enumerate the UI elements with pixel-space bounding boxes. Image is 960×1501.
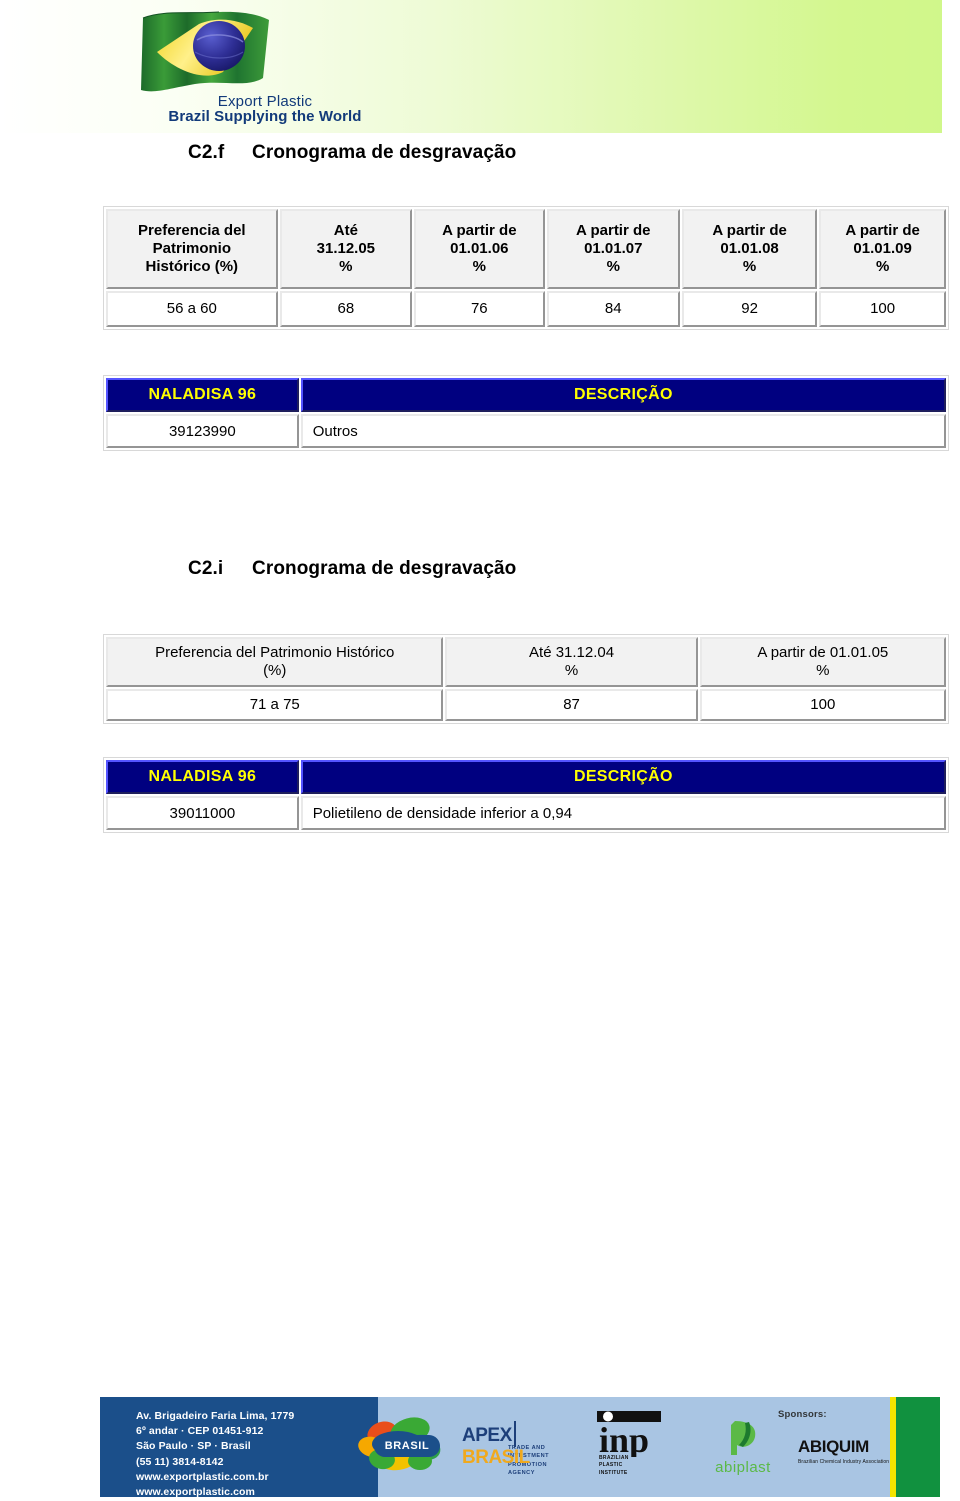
- col-header-naladisa-96: NALADISA 96: [106, 760, 299, 794]
- section-heading-c2i: Cronograma de desgravação: [252, 558, 517, 579]
- address-line: São Paulo · SP · Brasil: [136, 1440, 251, 1453]
- footer-green-block: [896, 1397, 940, 1497]
- cell-naladisa-code: 39011000: [106, 796, 299, 830]
- inp-mark-icon: inp: [597, 1411, 661, 1460]
- apex-divider: [513, 1421, 516, 1447]
- col-header-01-01-05: A partir de 01.01.05 %: [699, 637, 946, 687]
- inp-subtitle: BRAZILIAN PLASTIC INSTITUTE: [599, 1455, 629, 1477]
- address-line: Av. Brigadeiro Faria Lima, 1779: [136, 1410, 295, 1422]
- cell-value-2004: 87: [445, 689, 698, 721]
- svg-text:inp: inp: [599, 1420, 649, 1457]
- address-phone: (55 11) 3814-8142: [136, 1455, 224, 1468]
- address-line: 6º andar · CEP 01451-912: [136, 1425, 264, 1438]
- page-header-band: Export Plastic Brazil Supplying the Worl…: [0, 0, 960, 133]
- tariff-schedule-table-c2i: Preferencia del Patrimonio Histórico (%)…: [103, 634, 949, 724]
- table-row: 39123990 Outros: [106, 414, 946, 448]
- address-website-com[interactable]: www.exportplastic.com: [136, 1485, 378, 1500]
- apex-wordmark: APEX: [462, 1425, 512, 1446]
- col-header-01-01-07: A partir de 01.01.07 %: [546, 209, 680, 289]
- table-row: 56 a 60 68 76 84 92 100: [106, 291, 946, 327]
- section-heading-c2f: Cronograma de desgravação: [252, 142, 517, 163]
- logo-line-2: Brazil Supplying the World: [168, 108, 362, 126]
- col-header-ate-31-12-04: Até 31.12.04 %: [445, 637, 698, 687]
- cell-value-2009: 100: [819, 291, 946, 327]
- cell-value-2007: 84: [546, 291, 680, 327]
- section-title-c2i: C2.i Cronograma de desgravação: [188, 558, 516, 580]
- section-number-c2i: C2.i: [188, 558, 224, 579]
- col-header-descricao: DESCRIÇÃO: [300, 760, 946, 794]
- col-header-01-01-08: A partir de 01.01.08 %: [681, 209, 818, 289]
- table-header-row: Preferencia del Patrimonio Histórico (%)…: [106, 637, 946, 687]
- col-header-01-01-09: A partir de 01.01.09 %: [819, 209, 946, 289]
- abiplast-logo: abiplast: [700, 1417, 786, 1481]
- logo-line-1: Export Plastic: [217, 93, 313, 110]
- cell-value-2005: 100: [699, 689, 946, 721]
- table-header-row: Preferencia del Patrimonio Histórico (%)…: [106, 209, 946, 289]
- export-plastic-logo: Export Plastic Brazil Supplying the Worl…: [127, 8, 397, 130]
- tariff-schedule-table-c2f: Preferencia del Patrimonio Histórico (%)…: [103, 206, 949, 330]
- col-header-preferencia: Preferencia del Patrimonio Histórico (%): [106, 209, 278, 289]
- inp-subtitle-line: PLASTIC: [599, 1462, 623, 1469]
- footer-address-block: Av. Brigadeiro Faria Lima, 1779 6º andar…: [100, 1397, 378, 1500]
- page-footer: Av. Brigadeiro Faria Lima, 1779 6º andar…: [0, 1389, 960, 1501]
- col-header-01-01-06: A partir de 01.01.06 %: [414, 209, 545, 289]
- table-row: 71 a 75 87 100: [106, 689, 946, 721]
- naladisa-table-c2f: NALADISA 96 DESCRIÇÃO 39123990 Outros: [103, 375, 949, 451]
- apex-subtitle-line: AGENCY: [508, 1470, 535, 1477]
- inp-subtitle-line: INSTITUTE: [599, 1469, 628, 1476]
- cell-naladisa-code: 39123990: [106, 414, 299, 448]
- brazil-flag-icon: [141, 11, 269, 92]
- apex-brasil-wordmark: BRASIL: [462, 1447, 530, 1468]
- cell-naladisa-description: Polietileno de densidade inferior a 0,94: [300, 796, 946, 830]
- inp-logo: inp BRAZILIAN PLASTIC INSTITUTE: [595, 1411, 665, 1481]
- col-header-naladisa-96: NALADISA 96: [106, 378, 299, 412]
- address-website-br[interactable]: www.exportplastic.com.br: [136, 1470, 378, 1485]
- section-title-c2f: C2.f Cronograma de desgravação: [188, 142, 516, 164]
- abiplast-leaf-icon: [731, 1421, 756, 1455]
- inp-subtitle-line: BRAZILIAN: [599, 1455, 629, 1461]
- brasil-wordmark: BRASIL: [374, 1435, 440, 1457]
- export-plastic-wordmark: Export Plastic Brazil Supplying the Worl…: [135, 94, 395, 125]
- table-header-row: NALADISA 96 DESCRIÇÃO: [106, 378, 946, 412]
- naladisa-table-c2i: NALADISA 96 DESCRIÇÃO 39011000 Polietile…: [103, 757, 949, 833]
- col-header-ate-31-12-05: Até 31.12.05 %: [279, 209, 413, 289]
- brasil-logo: BRASIL: [352, 1417, 462, 1475]
- header-band-tail: [942, 0, 960, 133]
- cell-value-2005: 68: [279, 291, 413, 327]
- cell-value-2008: 92: [681, 291, 818, 327]
- table-header-row: NALADISA 96 DESCRIÇÃO: [106, 760, 946, 794]
- cell-naladisa-description: Outros: [300, 414, 946, 448]
- cell-preferencia-range: 56 a 60: [106, 291, 278, 327]
- col-header-descricao: DESCRIÇÃO: [300, 378, 946, 412]
- cell-value-2006: 76: [414, 291, 545, 327]
- apex-brasil-logo: APEXBRASIL TRADE AND INVESTMENT PROMOTIO…: [462, 1421, 582, 1476]
- section-number-c2f: C2.f: [188, 142, 225, 163]
- cell-preferencia-range: 71 a 75: [106, 689, 444, 721]
- table-row: 39011000 Polietileno de densidade inferi…: [106, 796, 946, 830]
- abiplast-wordmark: abiplast: [715, 1459, 771, 1476]
- col-header-preferencia: Preferencia del Patrimonio Histórico (%): [106, 637, 444, 687]
